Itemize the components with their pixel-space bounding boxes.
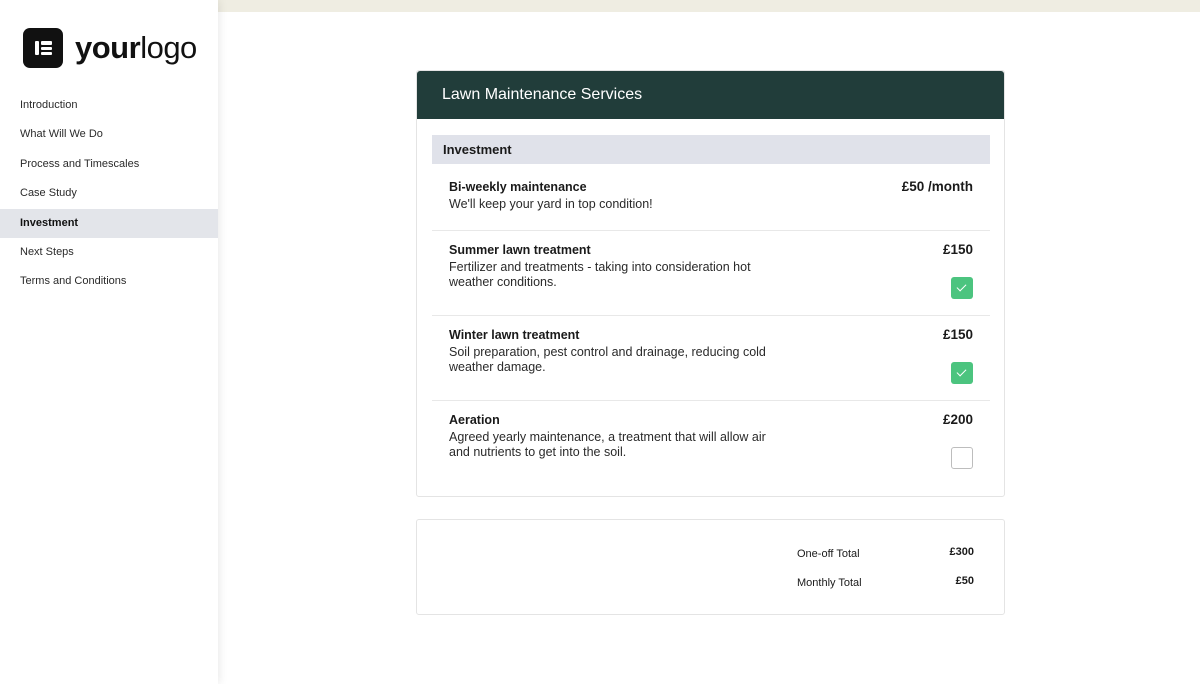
item-price: £150 bbox=[943, 242, 973, 257]
sidebar-item-process-and-timescales[interactable]: Process and Timescales bbox=[0, 150, 218, 179]
sidebar-item-investment[interactable]: Investment bbox=[0, 209, 218, 238]
one-off-total-label: One-off Total bbox=[797, 548, 860, 560]
sidebar-nav: Introduction What Will We Do Process and… bbox=[0, 91, 218, 297]
item-name: Winter lawn treatment bbox=[449, 328, 579, 342]
sidebar: yourlogo Introduction What Will We Do Pr… bbox=[0, 0, 218, 684]
divider bbox=[432, 315, 990, 316]
item-checkbox[interactable] bbox=[951, 447, 973, 469]
divider bbox=[432, 230, 990, 231]
top-band bbox=[218, 0, 1200, 12]
item-description: Fertilizer and treatments - taking into … bbox=[449, 260, 789, 290]
monthly-total-label: Monthly Total bbox=[797, 577, 862, 589]
sidebar-item-terms-and-conditions[interactable]: Terms and Conditions bbox=[0, 267, 218, 296]
sidebar-item-case-study[interactable]: Case Study bbox=[0, 179, 218, 208]
totals-panel: One-off Total £300 Monthly Total £50 bbox=[416, 519, 1005, 615]
item-checkbox[interactable] bbox=[951, 362, 973, 384]
divider bbox=[432, 400, 990, 401]
item-name: Summer lawn treatment bbox=[449, 243, 591, 257]
sidebar-item-next-steps[interactable]: Next Steps bbox=[0, 238, 218, 267]
item-description: Soil preparation, pest control and drain… bbox=[449, 345, 789, 375]
sidebar-item-introduction[interactable]: Introduction bbox=[0, 91, 218, 120]
logo-text: yourlogo bbox=[75, 28, 197, 68]
logo[interactable]: yourlogo bbox=[23, 28, 197, 68]
item-description: We'll keep your yard in top condition! bbox=[449, 197, 789, 212]
item-price: £50 /month bbox=[902, 179, 973, 194]
item-name: Aeration bbox=[449, 413, 500, 427]
item-checkbox[interactable] bbox=[951, 277, 973, 299]
logo-icon bbox=[23, 28, 63, 68]
section-title: Investment bbox=[432, 135, 990, 164]
card-title: Lawn Maintenance Services bbox=[417, 71, 1004, 119]
sidebar-item-what-will-we-do[interactable]: What Will We Do bbox=[0, 120, 218, 149]
one-off-total-value: £300 bbox=[950, 546, 974, 558]
item-price: £200 bbox=[943, 412, 973, 427]
item-price: £150 bbox=[943, 327, 973, 342]
monthly-total-value: £50 bbox=[956, 575, 974, 587]
item-name: Bi-weekly maintenance bbox=[449, 180, 587, 194]
item-description: Agreed yearly maintenance, a treatment t… bbox=[449, 430, 789, 460]
pricing-card: Lawn Maintenance Services Investment Bi-… bbox=[416, 70, 1005, 497]
